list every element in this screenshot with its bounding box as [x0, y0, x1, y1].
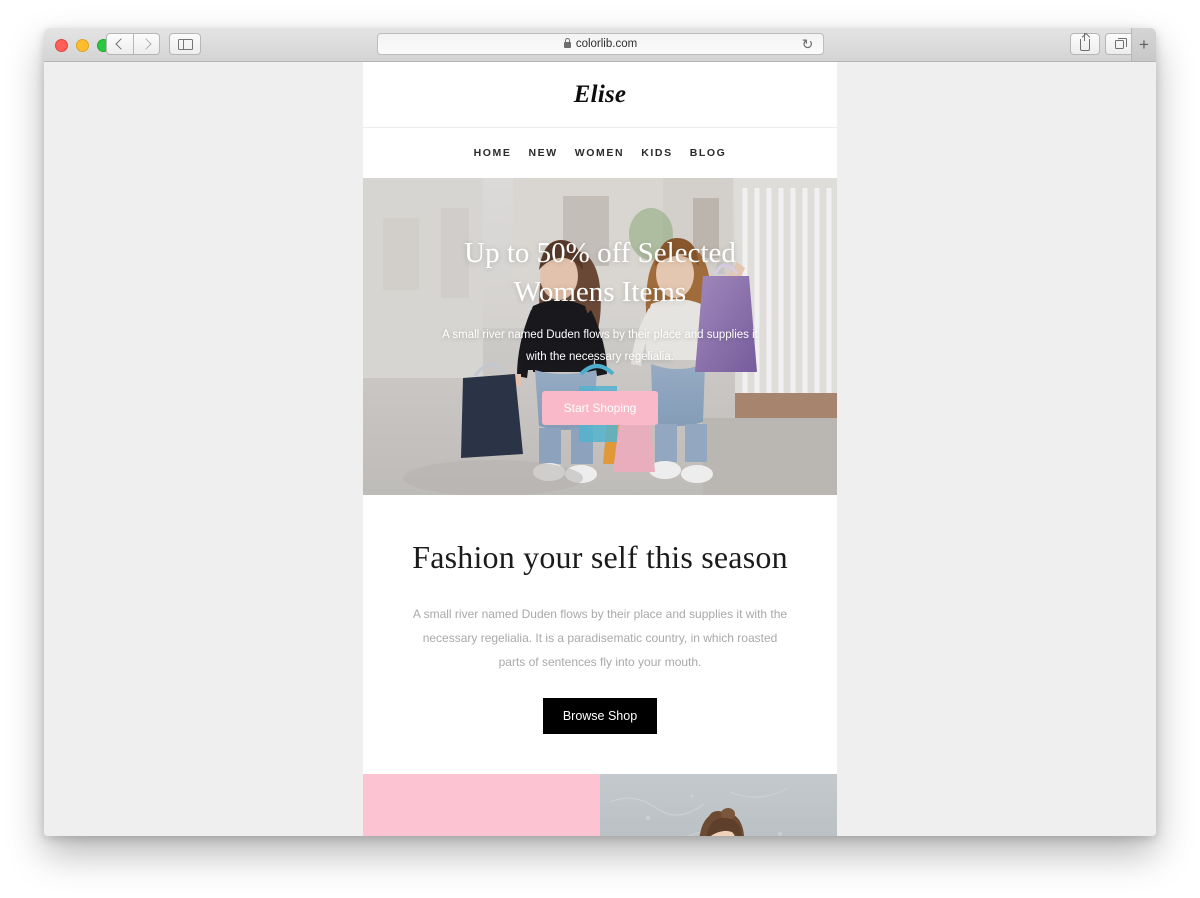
minimize-window-button[interactable] [76, 39, 89, 52]
nav-item-blog[interactable]: BLOG [690, 147, 727, 159]
browser-toolbar: colorlib.com ↻ + [44, 28, 1156, 62]
site-content-column: Elise HOME NEW WOMEN KIDS BLOG Up to 50%… [363, 62, 837, 836]
nav-item-women[interactable]: WOMEN [575, 147, 624, 159]
site-logo[interactable]: Elise [574, 81, 626, 109]
close-window-button[interactable] [55, 39, 68, 52]
site-header: Elise [363, 62, 837, 128]
address-bar[interactable]: colorlib.com ↻ [377, 33, 824, 55]
url-text: colorlib.com [575, 38, 638, 50]
share-icon [1080, 33, 1090, 51]
chevron-right-icon [139, 38, 152, 50]
sidebar-icon [177, 38, 193, 50]
share-button[interactable] [1070, 33, 1100, 55]
intro-title: Fashion your self this season [412, 539, 788, 575]
lock-icon [563, 38, 571, 48]
chevron-left-icon [115, 38, 127, 50]
hero-title: Up to 50% off Selected Womens Items [464, 237, 736, 308]
hero-content: Up to 50% off Selected Womens Items A sm… [363, 234, 837, 425]
nav-item-home[interactable]: HOME [474, 147, 512, 159]
window-traffic-lights [55, 39, 110, 52]
forward-button[interactable] [133, 33, 160, 55]
hero-subtitle: A small river named Duden flows by their… [442, 328, 758, 364]
url-display: colorlib.com [563, 38, 638, 50]
new-tab-button[interactable]: + [1131, 28, 1156, 61]
page-viewport: Elise HOME NEW WOMEN KIDS BLOG Up to 50%… [44, 62, 1156, 836]
sidebar-toggle-button[interactable] [169, 33, 201, 55]
product-strip: $100.00 [363, 774, 837, 836]
main-navigation: HOME NEW WOMEN KIDS BLOG [363, 128, 837, 178]
nav-item-new[interactable]: NEW [528, 147, 557, 159]
intro-section: Fashion your self this season A small ri… [363, 495, 837, 774]
intro-paragraph: A small river named Duden flows by their… [412, 607, 788, 669]
product-photo-tile[interactable] [600, 774, 837, 836]
hero-banner: Up to 50% off Selected Womens Items A sm… [363, 178, 837, 495]
tabs-icon [1114, 37, 1127, 49]
reload-button[interactable]: ↻ [800, 37, 815, 52]
browser-window: colorlib.com ↻ + Elise HOME NEW WOMEN KI… [44, 28, 1156, 836]
product-promo-tile[interactable]: $100.00 [363, 774, 600, 836]
start-shopping-button[interactable]: Start Shoping [541, 390, 659, 425]
back-button[interactable] [106, 33, 133, 55]
nav-item-kids[interactable]: KIDS [641, 147, 673, 159]
browse-shop-button[interactable]: Browse Shop [542, 698, 658, 734]
product-illustration [600, 774, 837, 836]
